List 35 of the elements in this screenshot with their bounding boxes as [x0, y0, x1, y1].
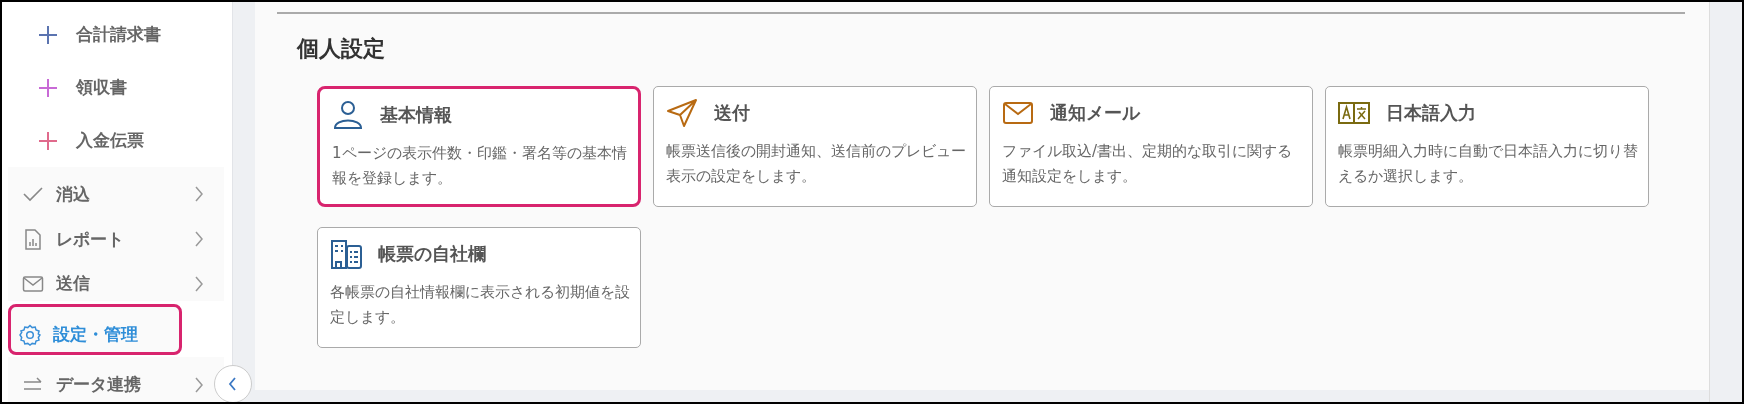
- settings-card[interactable]: 通知メール ファイル取込/書出、定期的な取引に関する通知設定をします。: [989, 86, 1313, 207]
- chevron-right-icon: [194, 230, 204, 249]
- settings-card[interactable]: 日本語入力 帳票明細入力時に自動で日本語入力に切り替えるか選択します。: [1325, 86, 1649, 207]
- chevron-left-icon: [227, 376, 239, 392]
- section-heading: 個人設定: [297, 35, 386, 63]
- card-description: 帳票明細入力時に自動で日本語入力に切り替えるか選択します。: [1338, 141, 1638, 187]
- sidebar-item[interactable]: データ連携: [8, 357, 224, 402]
- card-title: 基本情報: [380, 103, 452, 127]
- sidebar-item[interactable]: 設定・管理: [8, 304, 182, 356]
- card-title: 日本語入力: [1386, 101, 1476, 125]
- person-icon: [332, 99, 364, 131]
- chevron-right-icon: [194, 375, 204, 394]
- sidebar-item[interactable]: 入金伝票: [2, 114, 232, 167]
- sidebar-item[interactable]: 送信: [8, 256, 224, 302]
- settings-card[interactable]: 基本情報 1ページの表示件数・印鑑・署名等の基本情報を登録します。: [317, 86, 641, 207]
- settings-icon: [19, 323, 41, 346]
- chevron-right-icon: [194, 185, 204, 204]
- sidebar-item[interactable]: 領収書: [2, 61, 232, 114]
- sidebar-item[interactable]: 消込: [8, 167, 224, 212]
- envelope-icon: [22, 273, 44, 295]
- card-description: 1ページの表示件数・印鑑・署名等の基本情報を登録します。: [332, 143, 628, 189]
- card-description: ファイル取込/書出、定期的な取引に関する通知設定をします。: [1002, 141, 1294, 187]
- card-title: 帳票の自社欄: [378, 242, 486, 266]
- card-description: 各帳票の自社情報欄に表示される初期値を設定します。: [330, 282, 630, 328]
- building-list-icon: [330, 238, 362, 270]
- card-description: 帳票送信後の開封通知、送信前のプレビュー表示の設定をします。: [666, 141, 966, 187]
- chevron-right-icon: [194, 275, 204, 293]
- document-chart-icon: [22, 228, 44, 251]
- settings-card[interactable]: 送付 帳票送信後の開封通知、送信前のプレビュー表示の設定をします。: [653, 86, 977, 207]
- card-title: 送付: [714, 101, 750, 125]
- settings-card[interactable]: 帳票の自社欄 各帳票の自社情報欄に表示される初期値を設定します。: [317, 227, 641, 348]
- sidebar-item[interactable]: 合計請求書: [2, 8, 232, 61]
- sidebar-item[interactable]: レポート: [8, 211, 224, 257]
- card-title: 通知メール: [1050, 101, 1140, 125]
- paper-plane-icon: [666, 97, 698, 129]
